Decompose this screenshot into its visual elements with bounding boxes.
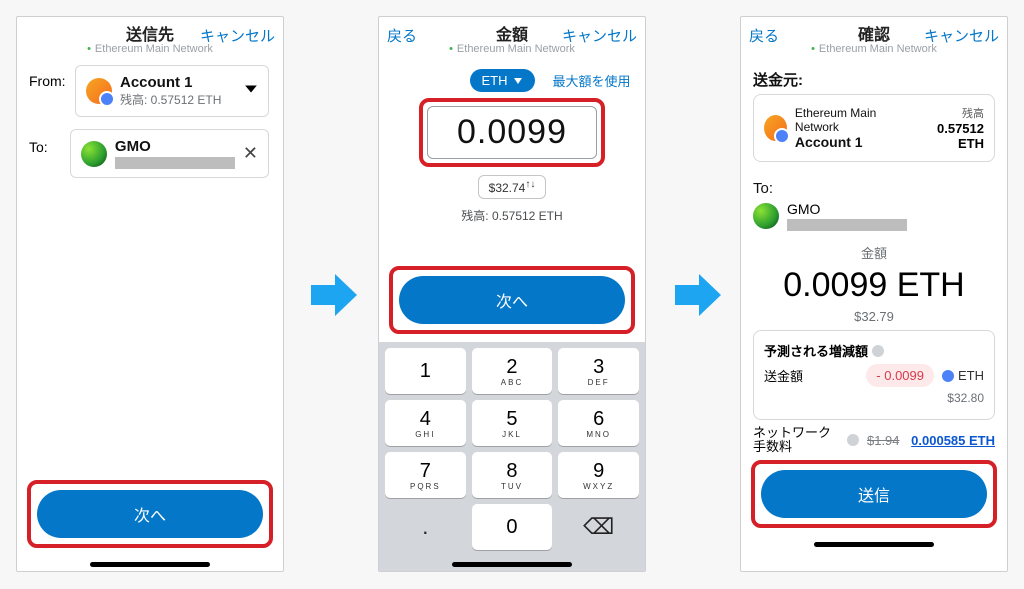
address-redacted <box>115 157 235 169</box>
use-max-link[interactable]: 最大額を使用 <box>551 71 631 90</box>
to-recipient-field[interactable]: GMO ✕ <box>70 129 269 178</box>
key-2[interactable]: 2ABC <box>472 348 553 394</box>
amount-fiat: $32.79 <box>741 309 1007 324</box>
account-avatar-icon <box>86 78 112 104</box>
key-3[interactable]: 3DEF <box>558 348 639 394</box>
next-button[interactable]: 次へ <box>37 490 263 538</box>
netfee-strike: $1.94 <box>867 433 900 448</box>
amount-input[interactable]: 0.0099 <box>427 106 597 159</box>
info-icon <box>872 345 884 357</box>
highlight-frame: 送信 <box>751 460 997 528</box>
account-name: Account 1 <box>120 74 221 91</box>
key-dot[interactable]: . <box>385 504 466 550</box>
source-heading: 送金元: <box>753 69 995 90</box>
account-balance: 残高: 0.57512 ETH <box>120 91 221 108</box>
key-4[interactable]: 4GHI <box>385 400 466 446</box>
send-amount-fiat: $32.80 <box>947 391 984 405</box>
clear-recipient-button[interactable]: ✕ <box>243 143 258 164</box>
amount-value: 0.0099 ETH <box>741 266 1007 305</box>
network-indicator: Ethereum Main Network <box>741 43 1007 55</box>
next-arrow-icon <box>309 270 359 320</box>
numeric-keypad: 1 2ABC 3DEF 4GHI 5JKL 6MNO 7PQRS 8TUV 9W… <box>379 342 645 556</box>
fiat-swap-button[interactable]: $32.74↑↓ <box>478 175 547 199</box>
source-card: Ethereum Main Network Account 1 残高 0.575… <box>753 94 995 162</box>
unit-eth: ETH <box>942 368 984 383</box>
balance-label: 残高: 0.57512 ETH <box>379 207 645 224</box>
key-0[interactable]: 0 <box>472 504 553 550</box>
predicted-card: 予測される増減額 送金額 - 0.0099 ETH $32.80 <box>753 330 995 420</box>
key-delete[interactable]: ⌫ <box>558 504 639 550</box>
key-8[interactable]: 8TUV <box>472 452 553 498</box>
netfee-eth-link[interactable]: 0.000585 ETH <box>911 433 995 448</box>
source-network: Ethereum Main Network <box>795 106 909 134</box>
key-5[interactable]: 5JKL <box>472 400 553 446</box>
highlight-frame: 次へ <box>27 480 273 548</box>
home-indicator <box>452 562 572 567</box>
from-label: From: <box>21 61 65 89</box>
to-label: To: <box>21 125 60 155</box>
send-amount-delta: - 0.0099 <box>866 364 934 387</box>
balance-label: 残高 <box>916 105 984 121</box>
home-indicator <box>814 542 934 547</box>
to-heading: To: <box>753 180 995 197</box>
next-button[interactable]: 次へ <box>399 276 625 324</box>
highlight-frame: 次へ <box>389 266 635 334</box>
from-account-selector[interactable]: Account 1 残高: 0.57512 ETH <box>75 65 269 117</box>
contact-avatar-icon <box>753 203 779 229</box>
contact-avatar-icon <box>81 141 107 167</box>
screen-amount: 戻る 金額 キャンセル Ethereum Main Network ETH 最大… <box>378 16 646 572</box>
chevron-down-icon <box>244 82 258 101</box>
highlight-frame: 0.0099 <box>419 98 605 167</box>
account-avatar-icon <box>764 115 787 141</box>
source-account: Account 1 <box>795 134 909 150</box>
send-button[interactable]: 送信 <box>761 470 987 518</box>
netfee-label: ネットワーク手数料 <box>753 426 843 454</box>
send-amount-label: 送金額 <box>764 366 803 385</box>
recipient-name: GMO <box>787 201 907 217</box>
predicted-heading: 予測される増減額 <box>764 341 868 360</box>
screen-confirm: 戻る 確認 キャンセル Ethereum Main Network 送金元: E… <box>740 16 1008 572</box>
home-indicator <box>90 562 210 567</box>
key-1[interactable]: 1 <box>385 348 466 394</box>
network-indicator: Ethereum Main Network <box>17 43 283 55</box>
info-icon <box>847 434 859 446</box>
key-7[interactable]: 7PQRS <box>385 452 466 498</box>
balance-value: 0.57512 ETH <box>916 121 984 151</box>
recipient-name: GMO <box>115 138 235 155</box>
key-6[interactable]: 6MNO <box>558 400 639 446</box>
asset-selector[interactable]: ETH <box>470 69 535 92</box>
amount-heading: 金額 <box>741 243 1007 262</box>
key-9[interactable]: 9WXYZ <box>558 452 639 498</box>
next-arrow-icon <box>673 270 723 320</box>
screen-send-to: 送信先 キャンセル Ethereum Main Network From: Ac… <box>16 16 284 572</box>
network-indicator: Ethereum Main Network <box>379 43 645 55</box>
address-redacted <box>787 219 907 231</box>
